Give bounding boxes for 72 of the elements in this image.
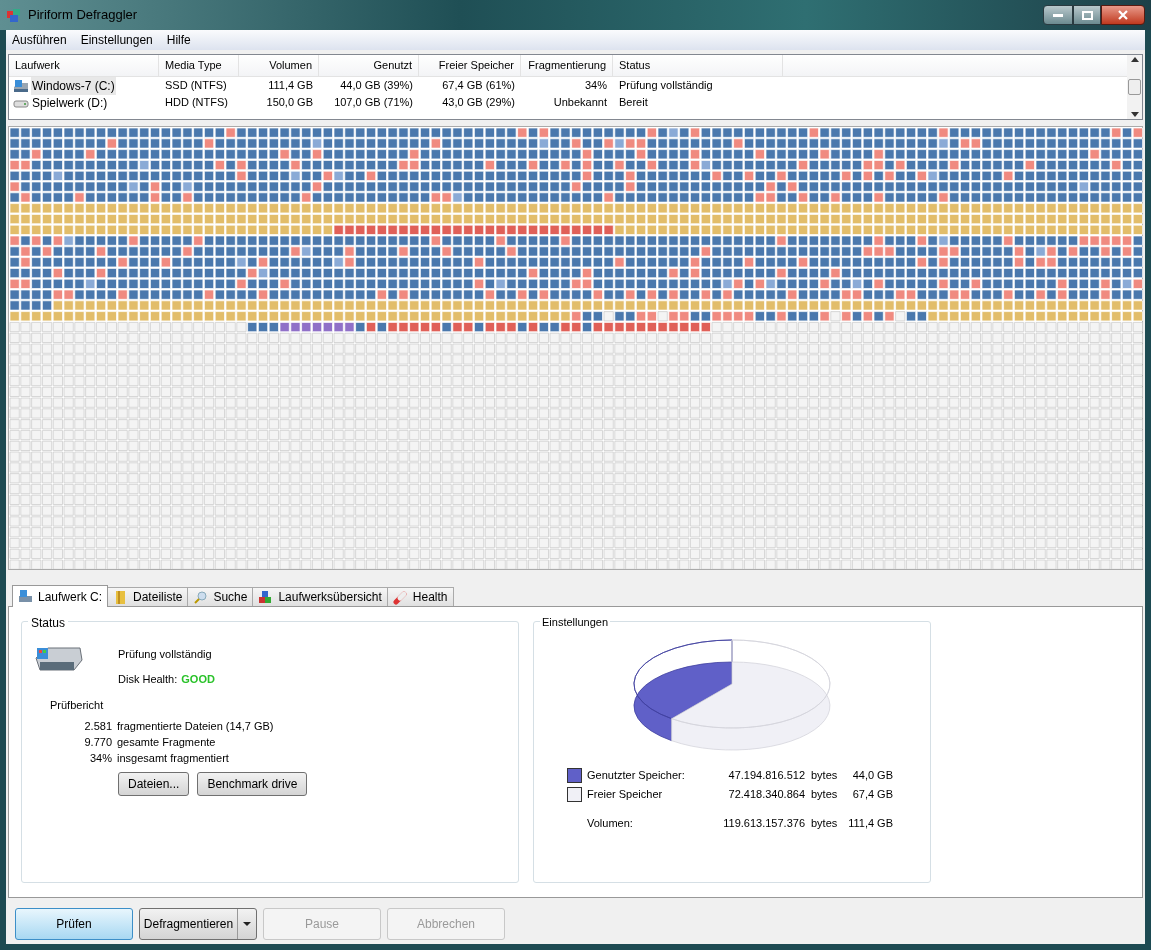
column-header[interactable]: Media Type xyxy=(159,55,239,76)
menu-item[interactable]: Einstellungen xyxy=(80,31,153,49)
caret-icon[interactable] xyxy=(243,922,251,926)
table-cell-text: Bereit xyxy=(619,95,648,111)
table-cell-text: 43,0 GB (29%) xyxy=(442,95,515,111)
unit-label: bytes xyxy=(810,768,839,784)
close-button[interactable] xyxy=(1101,5,1145,25)
scroll-up-icon[interactable] xyxy=(1130,57,1139,62)
action-button[interactable]: Benchmark drive xyxy=(197,771,308,796)
scroll-thumb[interactable] xyxy=(1128,79,1141,95)
scrollbar[interactable] xyxy=(1127,55,1142,119)
tab[interactable]: Health xyxy=(386,587,454,606)
table-cell-text: Unbekannt xyxy=(553,95,607,111)
column-header[interactable]: Volumen xyxy=(239,55,319,76)
split-button[interactable]: Defragmentieren xyxy=(139,908,257,940)
search-icon xyxy=(193,589,209,605)
action-button[interactable]: Prüfen xyxy=(15,908,133,940)
report-text: fragmentierte Dateien (14,7 GB) xyxy=(117,718,274,734)
table-cell-text: SSD (NTFS) xyxy=(165,78,227,94)
close-icon xyxy=(1118,10,1128,20)
app-logo-icon xyxy=(6,7,22,23)
menu-item[interactable]: Ausführen xyxy=(12,31,67,49)
menu-item[interactable]: Hilfe xyxy=(166,31,191,49)
maximize-icon xyxy=(1081,10,1093,20)
byte-count: 72.418.340.864 xyxy=(727,787,805,803)
column-header[interactable]: Laufwerk xyxy=(9,55,159,76)
tab[interactable]: Laufwerksübersicht xyxy=(252,587,388,606)
table-cell-text: 150,0 GB xyxy=(266,95,313,111)
size-value: 44,0 GB xyxy=(851,768,893,784)
report-text: gesamte Fragmente xyxy=(117,734,216,750)
legend-label: Freier Speicher xyxy=(587,787,664,803)
tab[interactable]: Dateiliste xyxy=(107,587,189,606)
table-cell-text: 44,0 GB (39%) xyxy=(340,78,413,94)
size-value: 67,4 GB xyxy=(851,787,893,803)
table-cell-text: 107,0 GB (71%) xyxy=(334,95,413,111)
health-label: Disk Health: xyxy=(118,671,178,687)
report-figure: 2.581 xyxy=(84,718,112,734)
report-title: Prüfbericht xyxy=(50,698,105,713)
minimize-icon xyxy=(1053,13,1063,17)
column-header[interactable]: Genutzt xyxy=(319,55,419,76)
list-item[interactable]: Spielwerk (D:) xyxy=(31,93,109,112)
byte-count: 119.613.157.376 xyxy=(722,816,805,832)
status-text: Prüfung vollständig xyxy=(118,647,213,662)
minimize-button[interactable] xyxy=(1043,5,1073,25)
report-text: insgesamt fragmentiert xyxy=(117,750,229,766)
table-cell-text: Prüfung vollständig xyxy=(619,78,713,94)
legend-label: Volumen: xyxy=(587,816,634,832)
size-value: 111,4 GB xyxy=(847,816,893,832)
table-cell-text: 111,4 GB xyxy=(268,78,313,94)
maximize-button[interactable] xyxy=(1073,5,1101,25)
legend-label: Genutzter Speicher: xyxy=(587,768,686,784)
column-header[interactable]: Status xyxy=(613,55,783,76)
tab[interactable]: Suche xyxy=(187,587,254,606)
column-header[interactable]: Fragmentierung xyxy=(521,55,613,76)
table-cell-text: HDD (NTFS) xyxy=(165,95,228,111)
window-title: Piriform Defraggler xyxy=(28,6,138,25)
blocks-icon xyxy=(258,589,274,605)
report-figure: 34% xyxy=(89,750,112,766)
table-cell-text: 34% xyxy=(584,78,607,94)
table-cell-text: 67,4 GB (61%) xyxy=(442,78,515,94)
byte-count: 47.194.816.512 xyxy=(727,768,805,784)
column-header[interactable]: Freier Speicher xyxy=(419,55,521,76)
unit-label: bytes xyxy=(810,787,839,803)
system-drive-icon xyxy=(13,78,29,93)
report-figure: 9.770 xyxy=(84,734,112,750)
action-button[interactable]: Dateien... xyxy=(118,771,190,796)
unit-label: bytes xyxy=(810,816,839,832)
pill-icon xyxy=(392,589,408,605)
drive-icon xyxy=(18,589,33,604)
health-value: GOOD xyxy=(181,671,215,687)
tab[interactable]: Laufwerk C: xyxy=(12,585,109,607)
scroll-down-icon[interactable] xyxy=(1130,112,1139,117)
